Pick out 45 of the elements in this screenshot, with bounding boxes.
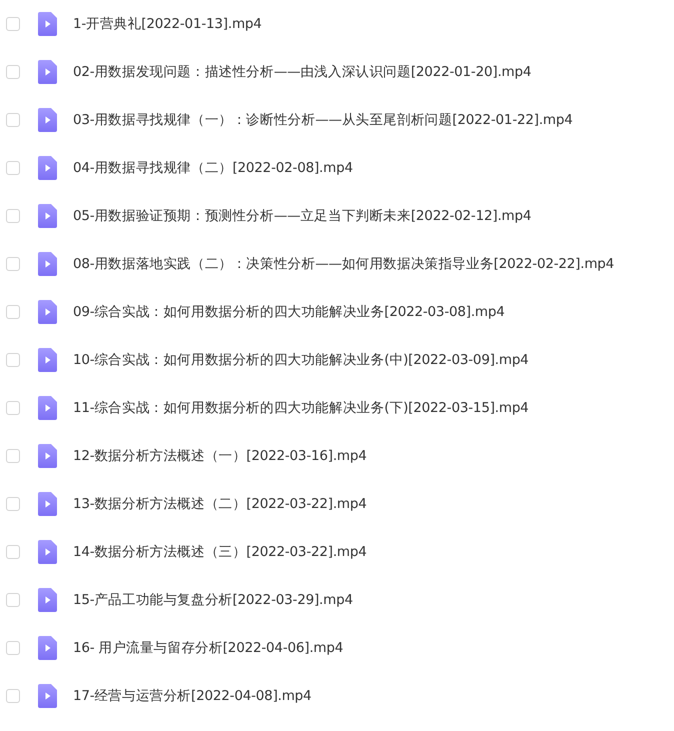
checkbox[interactable]: [6, 305, 20, 319]
checkbox[interactable]: [6, 257, 20, 271]
checkbox[interactable]: [6, 593, 20, 607]
checkbox[interactable]: [6, 401, 20, 415]
file-name[interactable]: 02-用数据发现问题：描述性分析——由浅入深认识问题[2022-01-20].mp4: [73, 63, 532, 81]
file-name[interactable]: 17-经营与运营分析[2022-04-08].mp4: [73, 687, 312, 705]
file-name[interactable]: 09-综合实战：如何用数据分析的四大功能解决业务[2022-03-08].mp4: [73, 303, 505, 321]
video-file-icon: [38, 684, 57, 708]
checkbox[interactable]: [6, 641, 20, 655]
video-file-icon: [38, 348, 57, 372]
video-file-icon: [38, 396, 57, 420]
video-file-icon: [38, 492, 57, 516]
video-file-icon: [38, 60, 57, 84]
video-file-icon: [38, 300, 57, 324]
file-name[interactable]: 1-开营典礼[2022-01-13].mp4: [73, 15, 262, 33]
video-file-icon: [38, 108, 57, 132]
file-name[interactable]: 04-用数据寻找规律（二）[2022-02-08].mp4: [73, 159, 353, 177]
video-file-icon: [38, 252, 57, 276]
file-name[interactable]: 11-综合实战：如何用数据分析的四大功能解决业务(下)[2022-03-15].mp4: [73, 399, 529, 417]
file-name[interactable]: 10-综合实战：如何用数据分析的四大功能解决业务(中)[2022-03-09].mp4: [73, 351, 529, 369]
checkbox[interactable]: [6, 689, 20, 703]
file-name[interactable]: 15-产品工功能与复盘分析[2022-03-29].mp4: [73, 591, 353, 609]
video-file-icon: [38, 540, 57, 564]
file-name[interactable]: 08-用数据落地实践（二）：决策性分析——如何用数据决策指导业务[2022-02-22].mp4: [73, 255, 614, 273]
file-name[interactable]: 16- 用户流量与留存分析[2022-04-06].mp4: [73, 639, 344, 657]
file-name[interactable]: 03-用数据寻找规律（一）：诊断性分析——从头至尾剖析问题[2022-01-22].mp4: [73, 111, 573, 129]
video-file-icon: [38, 444, 57, 468]
video-file-icon: [38, 204, 57, 228]
checkbox[interactable]: [6, 497, 20, 511]
checkbox[interactable]: [6, 161, 20, 175]
video-file-icon: [38, 156, 57, 180]
video-file-icon: [38, 12, 57, 36]
video-file-icon: [38, 636, 57, 660]
checkbox[interactable]: [6, 545, 20, 559]
checkbox[interactable]: [6, 449, 20, 463]
checkbox[interactable]: [6, 65, 20, 79]
file-name[interactable]: 12-数据分析方法概述（一）[2022-03-16].mp4: [73, 447, 367, 465]
checkbox[interactable]: [6, 353, 20, 367]
checkbox[interactable]: [6, 209, 20, 223]
checkbox[interactable]: [6, 113, 20, 127]
file-name[interactable]: 05-用数据验证预期：预测性分析——立足当下判断未来[2022-02-12].mp4: [73, 207, 532, 225]
checkbox[interactable]: [6, 17, 20, 31]
video-file-icon: [38, 588, 57, 612]
file-name[interactable]: 14-数据分析方法概述（三）[2022-03-22].mp4: [73, 543, 367, 561]
file-name[interactable]: 13-数据分析方法概述（二）[2022-03-22].mp4: [73, 495, 367, 513]
